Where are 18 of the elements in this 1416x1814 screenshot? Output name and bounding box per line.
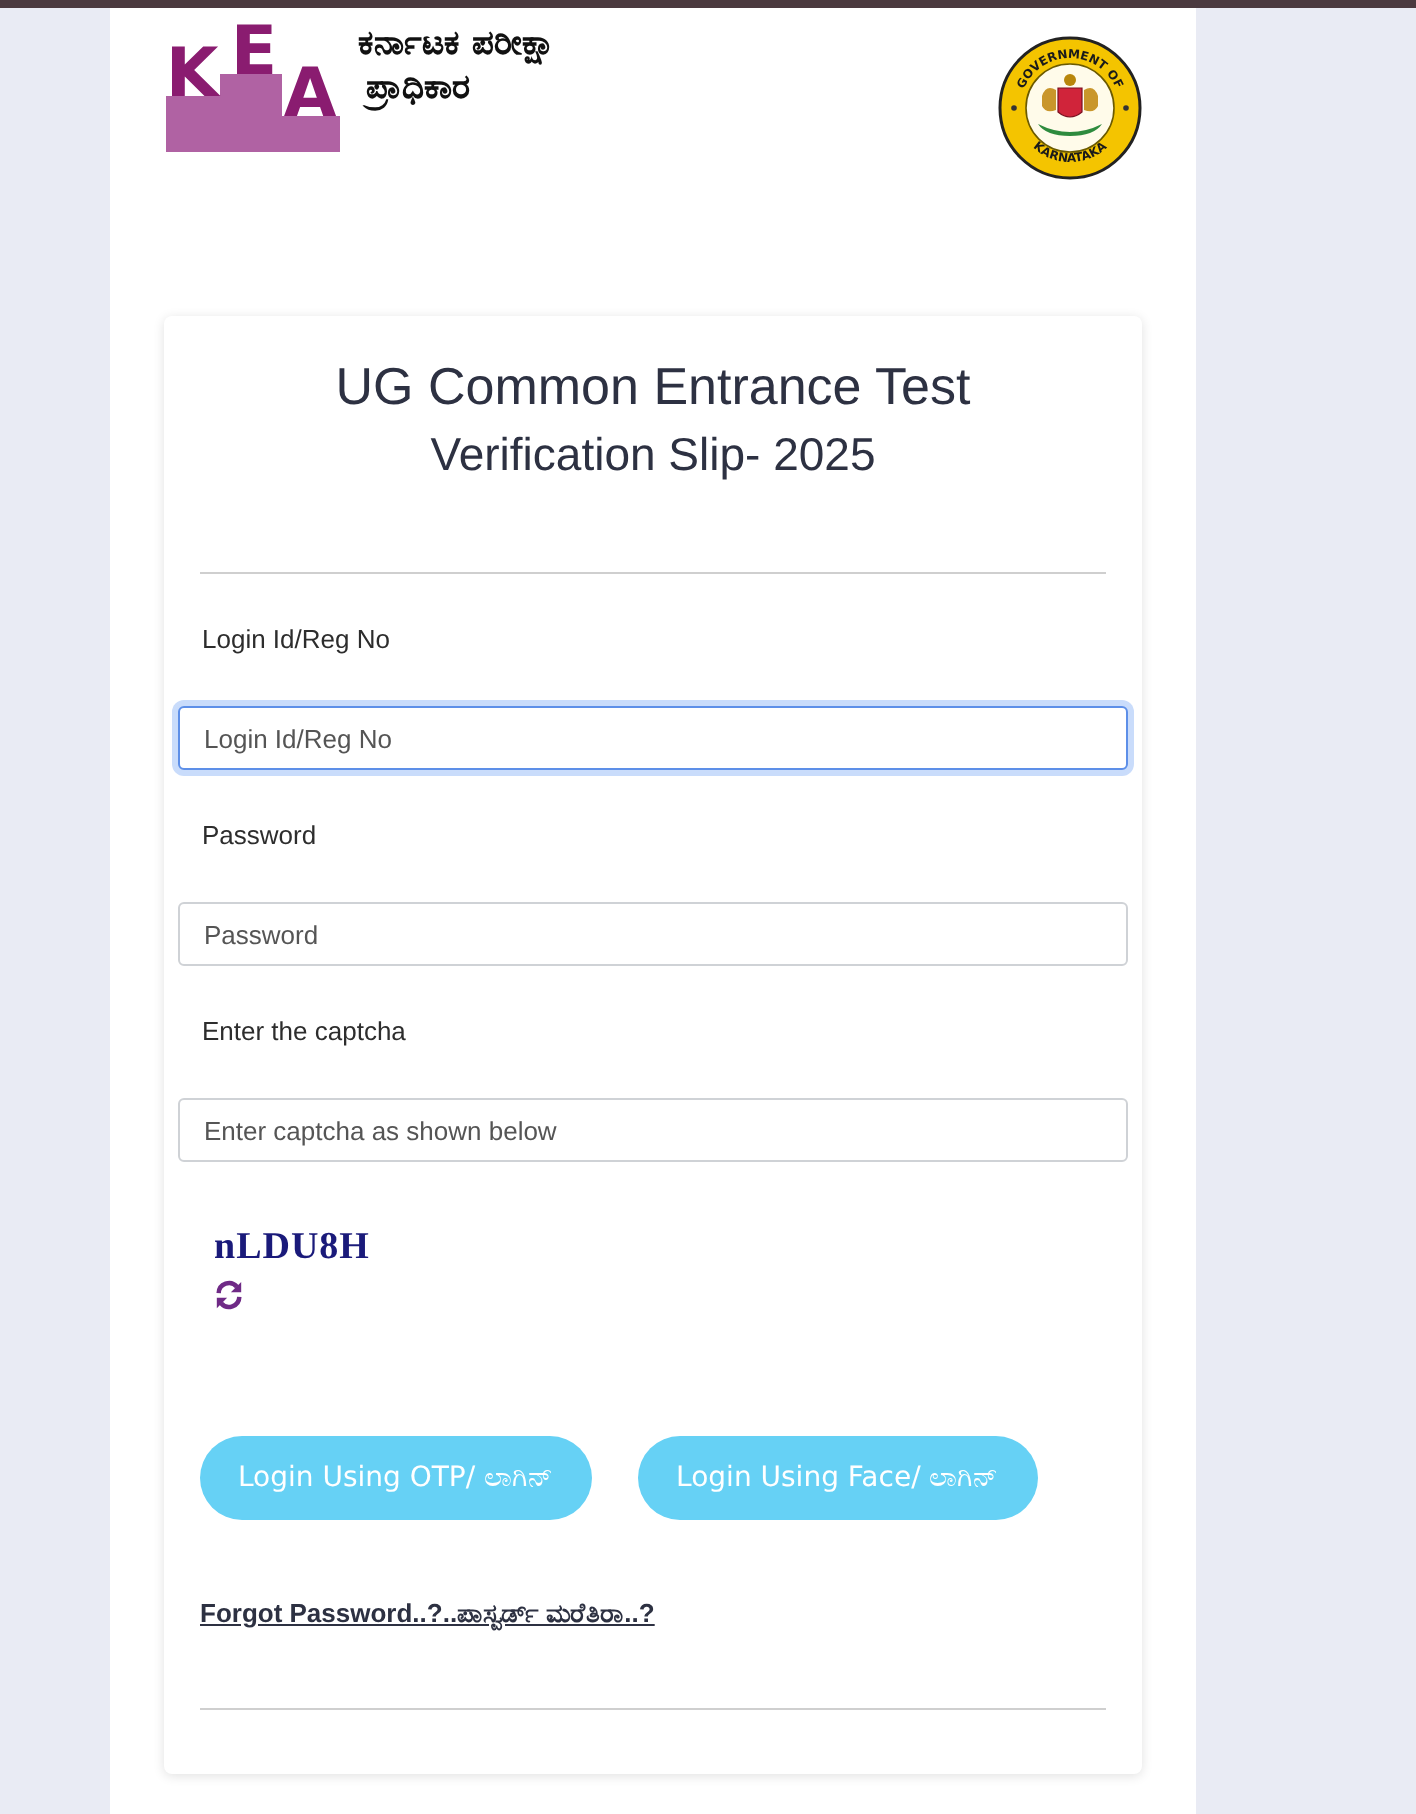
input-field[interactable]: Password: [178, 902, 1128, 966]
field-label: Enter the captcha: [200, 1016, 408, 1048]
logo-letter: K: [166, 34, 219, 114]
logo-letter: A: [283, 54, 337, 134]
input-field[interactable]: Login Id/Reg No: [178, 706, 1128, 770]
login-button[interactable]: Login Using OTP/ ಲಾಗಿನ್: [200, 1436, 593, 1520]
page-title: UG Common Entrance Test: [333, 354, 973, 420]
field-label: Login Id/Reg No: [200, 624, 392, 656]
refresh-icon[interactable]: [214, 1280, 244, 1310]
logo-letter: E: [230, 14, 278, 92]
organization-name: ಪ್ರಾಧಿಕಾರ: [361, 66, 472, 110]
organization-name: ಕರ್ನಾಟಕ ಪರೀಕ್ಷಾ: [358, 22, 556, 66]
forgot-password-link[interactable]: Forgot Password..?..ಪಾಸ್ವರ್ಡ್ ಮರೆತಿರಾ..?: [200, 1598, 655, 1628]
login-button[interactable]: Login Using Face/ ಲಾಗಿನ್: [638, 1436, 1038, 1520]
page-subtitle: Verification Slip- 2025: [428, 426, 878, 484]
field-label: Password: [200, 820, 319, 852]
input-field[interactable]: Enter captcha as shown below: [178, 1098, 1128, 1162]
captcha-image: nLDU8H: [214, 1226, 370, 1270]
